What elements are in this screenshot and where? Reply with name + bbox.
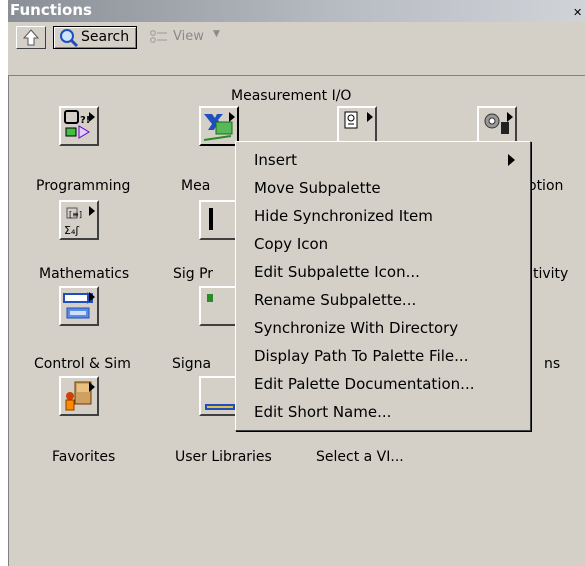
signal-processing-palette-icon[interactable]	[199, 200, 239, 240]
user-libraries-label: User Libraries	[175, 449, 272, 465]
chevron-down-icon: ▼	[213, 29, 220, 39]
user-libraries-icon	[205, 404, 235, 410]
section-header: Measurement I/O	[231, 88, 352, 104]
title-bar[interactable]: Functions ✕	[8, 0, 585, 22]
window-title: Functions	[10, 1, 92, 19]
view-list-icon	[150, 30, 167, 43]
measurement-io-label: Mea	[181, 178, 211, 194]
mathematics-palette-icon[interactable]: [≡] Σ₄ʃ	[59, 200, 99, 240]
menu-item-edit-subpalette-icon[interactable]: Edit Subpalette Icon...	[254, 263, 420, 281]
addons-label: ns	[544, 356, 561, 372]
motion-label: otion	[528, 178, 564, 194]
menu-item-edit-palette-documentation[interactable]: Edit Palette Documentation...	[254, 375, 474, 393]
functions-palette-window: Functions ✕ Search View ▼ Measurement I/…	[8, 0, 585, 566]
motion-palette-icon[interactable]	[477, 106, 517, 146]
menu-item-edit-short-name[interactable]: Edit Short Name...	[254, 403, 391, 421]
measurement-io-palette-icon[interactable]	[199, 106, 239, 146]
menu-item-hide-synchronized-item[interactable]: Hide Synchronized Item	[254, 207, 433, 225]
svg-text:Σ₄ʃ: Σ₄ʃ	[64, 224, 79, 237]
connectivity-label: tivity	[533, 266, 569, 282]
search-icon	[60, 29, 79, 48]
context-menu: Insert Move Subpalette Hide Synchronized…	[235, 141, 531, 431]
menu-item-synchronize-with-directory[interactable]: Synchronize With Directory	[254, 319, 458, 337]
close-icon[interactable]: ✕	[573, 6, 585, 19]
submenu-arrow-icon	[508, 154, 515, 166]
up-arrow-icon	[22, 29, 40, 46]
search-button[interactable]: Search	[53, 26, 137, 49]
menu-item-insert[interactable]: Insert	[254, 151, 297, 169]
menu-item-display-path-to-palette-file[interactable]: Display Path To Palette File...	[254, 347, 468, 365]
menu-item-rename-subpalette[interactable]: Rename Subpalette...	[254, 291, 416, 309]
signal-express-label: Signa	[172, 356, 212, 372]
user-libraries-palette-icon[interactable]	[199, 376, 239, 416]
control-sim-label: Control & Sim	[34, 356, 131, 372]
favorites-palette-icon[interactable]	[59, 376, 99, 416]
search-button-label: Search	[81, 29, 130, 45]
select-a-vi-label: Select a VI...	[316, 449, 404, 465]
programming-label: Programming	[36, 178, 131, 194]
favorites-label: Favorites	[52, 449, 116, 465]
mathematics-label: Mathematics	[39, 266, 130, 282]
signal-processing-label: Sig Pr	[173, 266, 214, 282]
palette-panel: Measurement I/O ?! Programming Mea otion…	[8, 75, 585, 566]
instrument-io-palette-icon[interactable]	[337, 106, 377, 146]
programming-palette-icon[interactable]: ?!	[59, 106, 99, 146]
view-button-label: View	[173, 29, 204, 44]
signal-express-icon	[207, 294, 213, 302]
menu-item-copy-icon[interactable]: Copy Icon	[254, 235, 328, 253]
signal-processing-icon	[209, 208, 213, 230]
signal-express-palette-icon[interactable]	[199, 286, 239, 326]
up-level-button[interactable]	[16, 26, 46, 49]
control-sim-palette-icon[interactable]	[59, 286, 99, 326]
view-button[interactable]: View ▼	[145, 26, 225, 49]
svg-text:[≡]: [≡]	[69, 210, 82, 219]
menu-item-move-subpalette[interactable]: Move Subpalette	[254, 179, 381, 197]
